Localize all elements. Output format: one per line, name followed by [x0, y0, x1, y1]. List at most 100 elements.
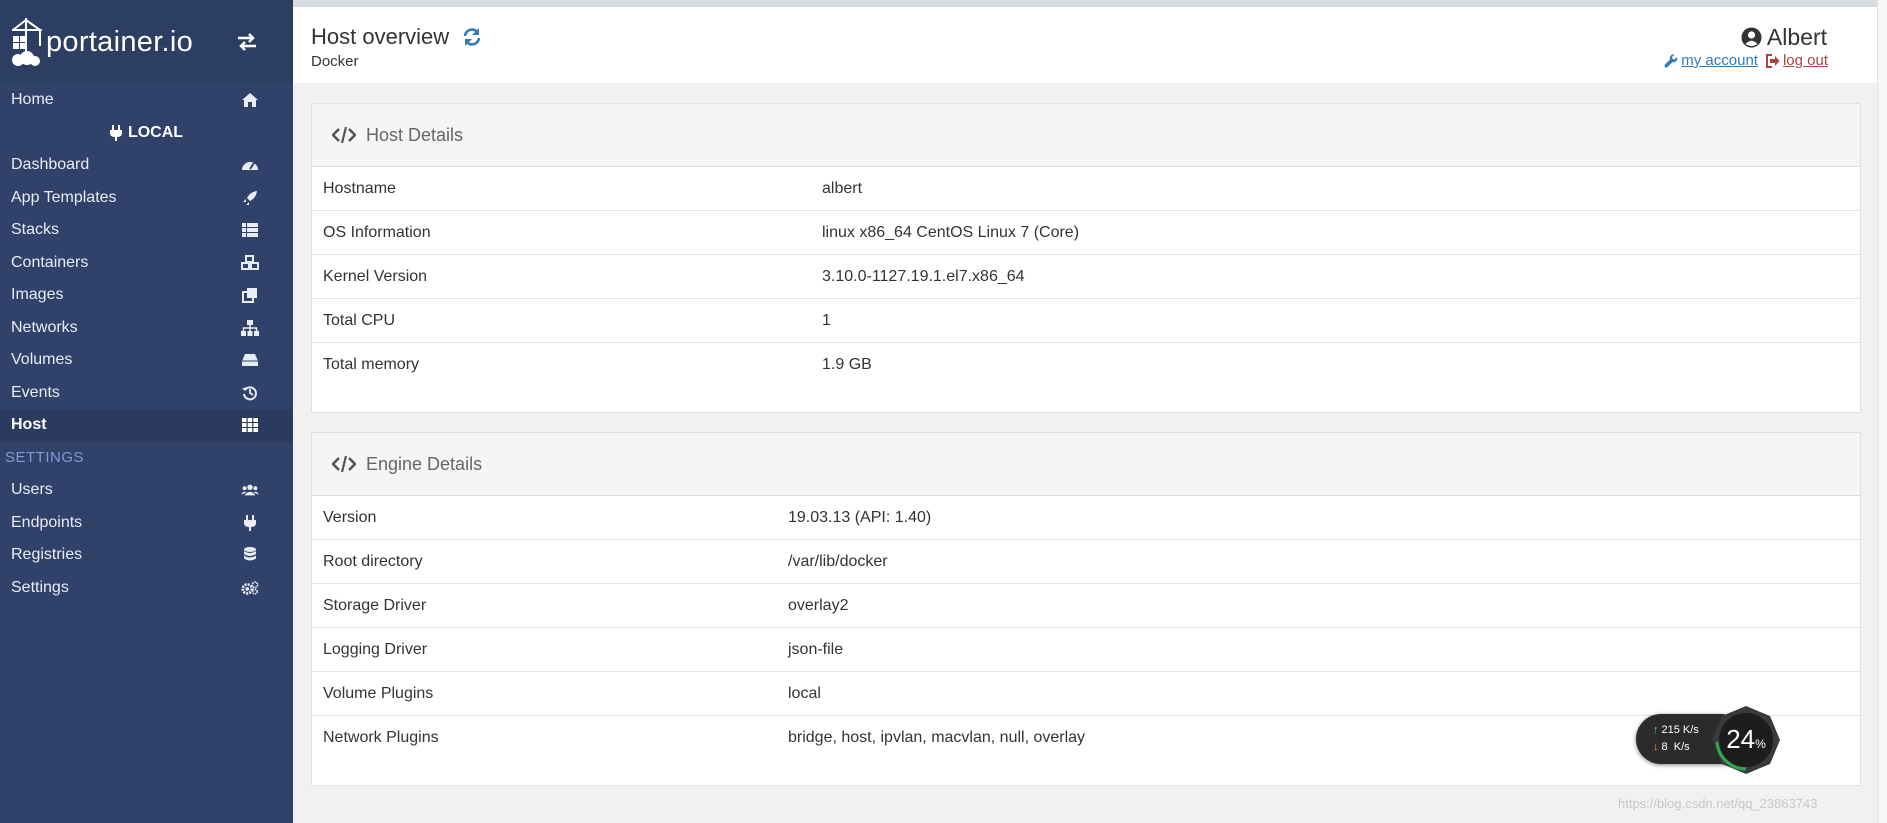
widget-title: Host Details — [366, 124, 464, 145]
exchange-icon[interactable] — [235, 30, 259, 54]
row-value: /var/lib/docker — [788, 552, 888, 570]
sign-out-icon — [1765, 53, 1780, 68]
table-row: OS Information linux x86_64 CentOS Linux … — [312, 211, 1860, 255]
sidebar-item-registries[interactable]: Registries — [0, 539, 293, 572]
sidebar-item-containers[interactable]: Containers — [0, 247, 293, 280]
history-icon — [241, 384, 259, 402]
th-list-icon — [241, 221, 259, 239]
arrow-down-icon: ↓ — [1653, 741, 1659, 753]
watermark: https://blog.csdn.net/qq_23863743 — [1618, 796, 1818, 811]
brand[interactable]: portainer.io — [0, 0, 293, 84]
usage-percent: 24% — [1710, 724, 1782, 755]
users-icon — [241, 481, 259, 499]
row-value: 1.9 GB — [822, 356, 872, 373]
sidebar-item-volumes[interactable]: Volumes — [0, 344, 293, 377]
sidebar-item-settings[interactable]: Settings — [0, 572, 293, 605]
sidebar-item-label: Images — [11, 286, 64, 304]
sidebar-item-label: Settings — [11, 578, 69, 596]
table-row: Logging Driver json-file — [312, 628, 1860, 672]
row-key: Logging Driver — [323, 640, 428, 658]
row-key: Total memory — [323, 356, 420, 373]
sidebar-item-dashboard[interactable]: Dashboard — [0, 149, 293, 182]
cubes-icon — [241, 254, 259, 272]
sidebar-item-label: App Templates — [11, 188, 117, 206]
sidebar-item-label: Stacks — [11, 221, 60, 239]
row-key: Hostname — [323, 179, 396, 197]
widget-header: Host Details — [312, 104, 1860, 167]
engine-details-widget: Engine Details Version 19.03.13 (API: 1.4… — [311, 432, 1861, 786]
log-out-label: log out — [1782, 52, 1828, 69]
sidebar-item-label: Events — [11, 383, 60, 401]
arrow-up-icon: ↑ — [1653, 724, 1659, 736]
row-key: Storage Driver — [323, 596, 427, 614]
endpoint-name: LOCAL — [0, 117, 293, 150]
hdd-icon — [241, 351, 259, 369]
sidebar-item-label: Dashboard — [11, 156, 90, 174]
row-key: Volume Plugins — [323, 684, 434, 702]
page-title-row: Host overview — [311, 24, 483, 50]
row-key: Total CPU — [323, 311, 396, 329]
page-header: Host overview Docker Albert my account l… — [293, 0, 1877, 83]
sidebar-item-label: Volumes — [11, 351, 73, 369]
usage-percent-value: 24 — [1726, 724, 1756, 754]
portainer-logo-icon — [12, 18, 42, 66]
sidebar-item-users[interactable]: Users — [0, 474, 293, 507]
host-details-widget: Host Details Hostname albert OS Informati… — [311, 103, 1861, 413]
host-details-table: Hostname albert OS Information linux x86_6… — [312, 167, 1860, 387]
my-account-label: my account — [1681, 52, 1758, 69]
page-subtitle: Docker — [311, 53, 359, 70]
rocket-icon — [241, 189, 259, 207]
table-row: Storage Driver overlay2 — [312, 584, 1860, 628]
net-speed-values: ↑ 215 K/s ↓ 8 K/s — [1653, 722, 1699, 756]
my-account-link[interactable]: my account — [1664, 52, 1758, 69]
sidebar-item-label: Containers — [11, 253, 89, 271]
sidebar-item-label: Users — [11, 481, 53, 499]
row-value: 3.10.0-1127.19.1.el7.x86_64 — [822, 267, 1025, 285]
sidebar-item-label: Networks — [11, 318, 78, 336]
sidebar-item-host[interactable]: Host — [0, 409, 293, 442]
table-row: Root directory/var/lib/docker — [312, 540, 1860, 584]
row-value: albert — [822, 179, 863, 197]
sidebar-item-networks[interactable]: Networks — [0, 312, 293, 345]
username: Albert — [1766, 24, 1827, 50]
usage-percent-sign: % — [1755, 737, 1766, 751]
plug-icon — [241, 514, 259, 532]
wrench-icon — [1664, 53, 1678, 68]
table-row: Version 19.03.13 (API: 1.40) — [312, 496, 1860, 540]
sidebar: portainer.io Home LOCAL Dashboard App Te… — [0, 0, 293, 823]
plug-icon — [109, 124, 122, 141]
engine-details-table: Version 19.03.13 (API: 1.40) Root directo… — [312, 496, 1860, 760]
row-value: overlay2 — [788, 596, 849, 614]
download-speed: 8 K/s — [1661, 741, 1690, 753]
sidebar-item-endpoints[interactable]: Endpoints — [0, 507, 293, 540]
row-key: Kernel Version — [323, 267, 428, 285]
table-row: Kernel Version 3.10.0-1127.19.1.el7.x86_6… — [312, 255, 1860, 299]
sidebar-item-label: Registries — [11, 546, 83, 564]
sitemap-icon — [241, 319, 259, 337]
upload-speed: 215 K/s — [1661, 724, 1699, 736]
row-value: 19.03.13 (API: 1.40) — [788, 508, 932, 526]
row-value: local — [788, 684, 821, 702]
clone-icon — [241, 286, 259, 304]
refresh-icon[interactable] — [461, 26, 483, 48]
table-row: Total memory 1.9 GB — [312, 343, 1860, 387]
widget-title: Engine Details — [366, 453, 483, 474]
row-value: bridge, host, ipvlan, macvlan, null, ove… — [788, 729, 1086, 746]
endpoint-label: LOCAL — [127, 123, 184, 141]
user-links: my account log out — [1664, 52, 1828, 69]
sidebar-item-home[interactable]: Home — [0, 84, 293, 117]
sidebar-item-events[interactable]: Events — [0, 377, 293, 410]
sidebar-item-label: Home — [11, 91, 54, 109]
brand-name: portainer.io — [46, 25, 194, 58]
sidebar-item-images[interactable]: Images — [0, 279, 293, 312]
log-out-link[interactable]: log out — [1765, 52, 1828, 69]
net-speed-widget[interactable]: ↑ 215 K/s ↓ 8 K/s 24% — [1636, 704, 1782, 774]
user-name-area: Albert — [1741, 24, 1827, 51]
code-icon — [332, 127, 356, 143]
sidebar-item-app-templates[interactable]: App Templates — [0, 182, 293, 215]
code-icon — [332, 456, 356, 472]
sidebar-item-stacks[interactable]: Stacks — [0, 214, 293, 247]
tachometer-icon — [241, 156, 259, 174]
table-row: Network Plugins bridge, host, ipvlan, mac… — [312, 716, 1860, 760]
scrollbar[interactable] — [1877, 0, 1887, 823]
